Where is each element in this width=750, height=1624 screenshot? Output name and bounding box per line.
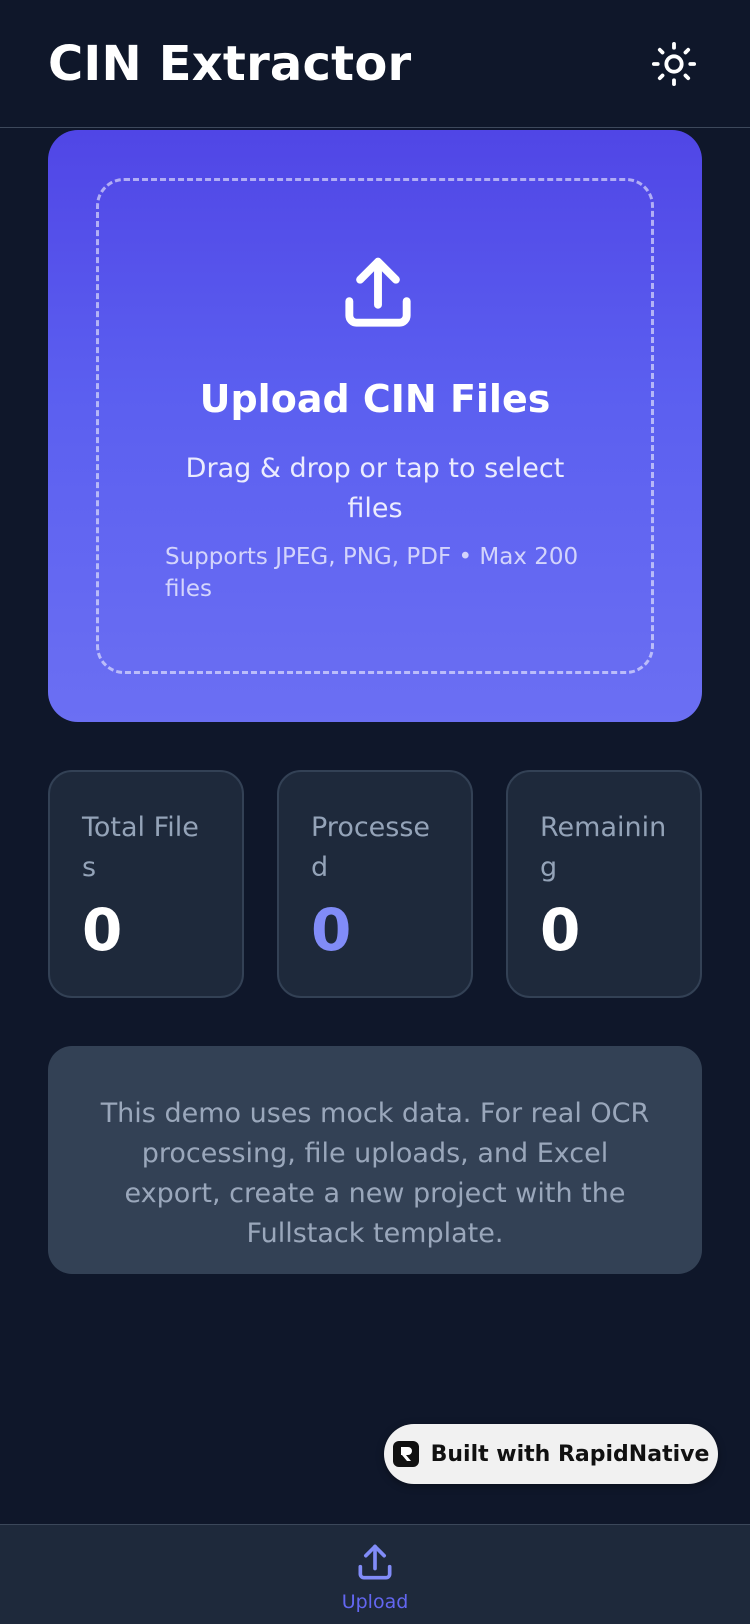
rapidnative-logo-icon: [392, 1441, 419, 1467]
upload-card: Upload CIN Files Drag & drop or tap to s…: [48, 130, 702, 722]
theme-toggle-button[interactable]: [646, 36, 702, 92]
upload-icon: [345, 257, 411, 327]
stat-value: 0: [82, 896, 123, 964]
upload-icon: [358, 1544, 392, 1580]
demo-info-text: This demo uses mock data. For real OCR p…: [100, 1098, 650, 1249]
stat-total-files: Total Files 0: [48, 770, 244, 998]
stat-label: Total Files: [82, 812, 199, 883]
app-screen: CIN Extractor Upload CIN Files Drag & dr…: [0, 0, 750, 1624]
page-title: CIN Extractor: [48, 35, 412, 92]
stat-label: Remaining: [540, 812, 667, 883]
file-dropzone[interactable]: Upload CIN Files Drag & drop or tap to s…: [96, 178, 654, 674]
stat-value: 0: [540, 896, 581, 964]
stat-remaining: Remaining 0: [506, 770, 702, 998]
upload-title: Upload CIN Files: [199, 377, 551, 421]
nav-item-label: Upload: [341, 1591, 409, 1613]
stat-processed: Processed 0: [277, 770, 473, 998]
built-with-label: Built with RapidNative: [430, 1441, 710, 1467]
sun-icon: [651, 41, 697, 86]
built-with-rapidnative-button[interactable]: Built with RapidNative: [384, 1424, 718, 1484]
stat-label: Processed: [311, 812, 431, 883]
demo-info-box: This demo uses mock data. For real OCR p…: [48, 1046, 702, 1274]
upload-supported-formats: Supports JPEG, PNG, PDF • Max 200 files: [165, 544, 579, 602]
upload-subtitle: Drag & drop or tap to select files: [185, 453, 565, 524]
stat-value: 0: [311, 896, 352, 964]
nav-item-upload[interactable]: Upload: [315, 1541, 435, 1624]
bottom-navigation: Upload: [0, 1524, 750, 1624]
app-header: CIN Extractor: [0, 0, 750, 128]
